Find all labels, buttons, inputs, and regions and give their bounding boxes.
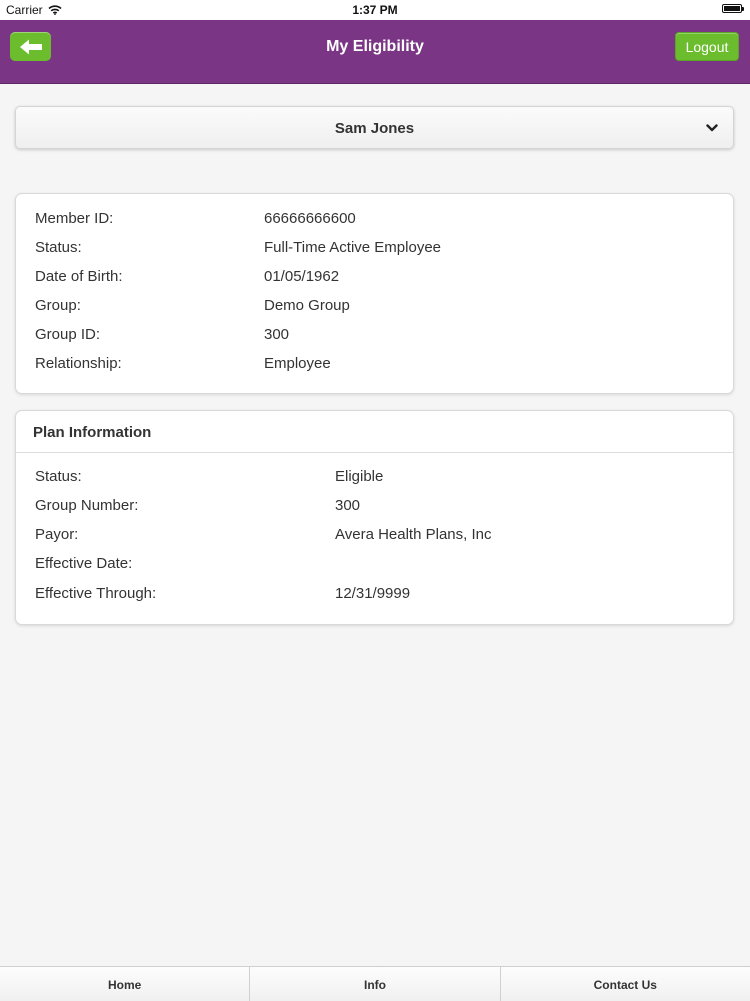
bottom-tab-bar: Home Info Contact Us xyxy=(0,966,750,1001)
selected-member: Sam Jones xyxy=(334,120,415,137)
group-id-label: Group ID: xyxy=(35,326,101,343)
tab-home[interactable]: Home xyxy=(0,967,251,1001)
payor-value: Avera Health Plans, Inc xyxy=(335,526,492,543)
status-bar: Carrier 1:37 PM xyxy=(0,0,750,20)
member-status-label: Status: xyxy=(35,239,82,256)
tab-contact-us[interactable]: Contact Us xyxy=(501,967,750,1001)
battery-icon xyxy=(722,4,744,13)
group-label: Group: xyxy=(35,297,81,314)
relationship-value: Employee xyxy=(264,355,331,372)
dob-label: Date of Birth: xyxy=(35,268,123,285)
dob-value: 01/05/1962 xyxy=(264,268,340,285)
group-number-label: Group Number: xyxy=(35,497,139,514)
member-id-label: Member ID: xyxy=(35,210,114,227)
payor-label: Payor: xyxy=(35,526,79,543)
group-id-value: 300 xyxy=(264,326,290,343)
effective-through-value: 12/31/9999 xyxy=(335,585,411,602)
app-header: My Eligibility Logout xyxy=(0,20,750,84)
relationship-label: Relationship: xyxy=(35,355,122,372)
plan-status-value: Eligible xyxy=(335,468,384,485)
group-value: Demo Group xyxy=(264,297,350,314)
page-title: My Eligibility xyxy=(326,38,424,55)
member-status-value: Full-Time Active Employee xyxy=(264,239,441,256)
status-time: 1:37 PM xyxy=(352,3,398,17)
plan-info-title: Plan Information xyxy=(16,411,733,453)
effective-date-label: Effective Date: xyxy=(35,555,133,572)
effective-through-label: Effective Through: xyxy=(35,585,157,602)
plan-status-label: Status: xyxy=(35,468,82,485)
member-select[interactable]: Sam Jones xyxy=(15,106,734,149)
chevron-down-icon xyxy=(706,124,718,132)
group-number-value: 300 xyxy=(335,497,361,514)
member-info-card: Member ID: 66666666600 Status: Full-Time… xyxy=(15,193,734,394)
plan-info-card: Plan Information Status: Eligible Group … xyxy=(15,410,734,625)
tab-info[interactable]: Info xyxy=(250,967,501,1001)
logout-button[interactable]: Logout xyxy=(675,32,739,61)
member-id-value: 66666666600 xyxy=(264,210,356,227)
